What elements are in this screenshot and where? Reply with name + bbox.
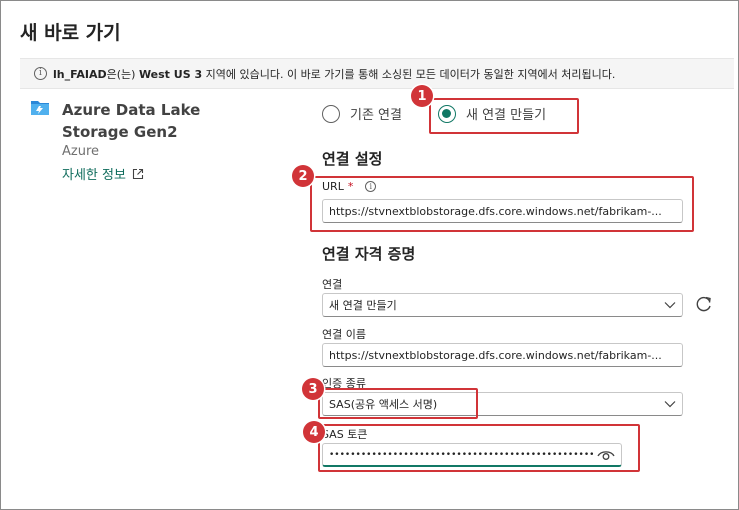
connection-name-input[interactable]: https://stvnextblobstorage.dfs.core.wind… <box>322 343 683 367</box>
annotation-badge: 3 <box>302 378 324 400</box>
radio-new-label: 새 연결 만들기 <box>466 108 547 123</box>
refresh-icon[interactable] <box>694 294 714 314</box>
url-value: https://stvnextblobstorage.dfs.core.wind… <box>329 204 662 218</box>
info-text: lh_FAIAD은(는) West US 3 지역에 있습니다. 이 바로 가기… <box>53 66 615 82</box>
sas-token-input[interactable]: ••••••••••••••••••••••••••••••••••••••••… <box>322 443 622 467</box>
radio-existing-connection[interactable]: 기존 연결 <box>322 104 402 123</box>
storage-icon <box>31 101 49 115</box>
annotation-badge: 1 <box>411 85 433 107</box>
url-input[interactable]: https://stvnextblobstorage.dfs.core.wind… <box>322 199 683 223</box>
auth-type-value: SAS(공유 액세스 서명) <box>329 398 438 411</box>
sas-token-value: ••••••••••••••••••••••••••••••••••••••••… <box>329 449 593 460</box>
chevron-down-icon <box>664 302 676 309</box>
eye-icon[interactable] <box>597 449 615 461</box>
info-icon[interactable]: i <box>365 181 377 192</box>
region-name: West US 3 <box>138 67 203 81</box>
source-name: Azure Data Lake Storage Gen2 <box>62 101 201 141</box>
sas-token-label: SAS 토큰 <box>322 428 368 441</box>
connection-name-value: https://stvnextblobstorage.dfs.core.wind… <box>329 348 662 362</box>
url-label-text: URL <box>322 180 344 193</box>
annotation-badge: 4 <box>303 421 325 443</box>
region-info-bar: i lh_FAIAD은(는) West US 3 지역에 있습니다. 이 바로 … <box>20 58 734 89</box>
radio-existing-indicator[interactable] <box>322 104 340 123</box>
credentials-heading: 연결 자격 증명 <box>322 245 416 263</box>
info-text-part: 은(는) <box>106 67 139 81</box>
required-mark: * <box>347 180 354 193</box>
connection-label: 연결 <box>322 278 343 291</box>
workspace-name: lh_FAIAD <box>53 67 107 81</box>
auth-type-label: 인증 종류 <box>322 377 366 390</box>
connection-settings-heading: 연결 설정 <box>322 150 383 168</box>
radio-existing-label: 기존 연결 <box>350 108 402 123</box>
annotation-badge: 2 <box>292 165 314 187</box>
chevron-down-icon <box>664 401 676 408</box>
radio-new-indicator[interactable] <box>438 104 456 123</box>
info-text-part: 지역에 있습니다. 이 바로 가기를 통해 소싱된 모든 데이터가 동일한 지역… <box>202 67 616 81</box>
url-label: URL * i <box>322 180 377 193</box>
details-link-label[interactable]: 자세한 정보 <box>62 164 126 183</box>
connection-name-label: 연결 이름 <box>322 328 366 341</box>
connection-select-value: 새 연결 만들기 <box>329 299 397 312</box>
radio-new-connection[interactable]: 새 연결 만들기 <box>438 104 546 123</box>
dialog-title: 새 바로 가기 <box>20 22 121 44</box>
info-icon: i <box>34 67 47 80</box>
source-provider: Azure <box>62 144 100 159</box>
external-link-icon <box>132 168 143 179</box>
auth-type-select[interactable]: SAS(공유 액세스 서명) <box>322 392 683 416</box>
connection-select[interactable]: 새 연결 만들기 <box>322 293 683 317</box>
details-link[interactable]: 자세한 정보 <box>62 164 144 183</box>
